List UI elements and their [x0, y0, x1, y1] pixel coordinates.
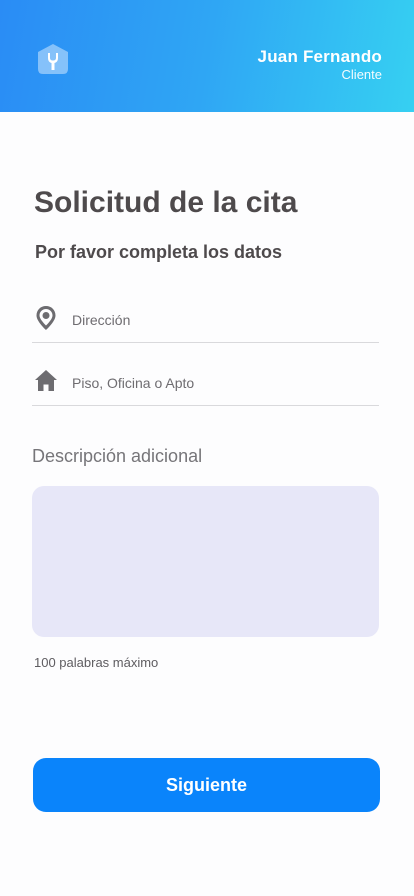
address-input[interactable] [72, 308, 372, 332]
floor-field [32, 366, 379, 406]
app-header: Juan Fernando Cliente [0, 0, 414, 112]
wrench-house-icon[interactable] [36, 43, 70, 75]
next-button[interactable]: Siguiente [33, 758, 380, 812]
description-label: Descripción adicional [32, 446, 203, 466]
description-textarea[interactable] [32, 486, 379, 637]
home-icon [35, 370, 57, 391]
user-name: Juan Fernando [257, 47, 382, 66]
page-title: Solicitud de la cita [34, 186, 298, 219]
floor-input[interactable] [72, 371, 372, 395]
user-role: Cliente [341, 67, 382, 82]
page-subtitle: Por favor completa los datos [35, 242, 283, 262]
location-pin-icon [36, 306, 56, 330]
description-hint: 100 palabras máximo [34, 655, 159, 670]
address-field [32, 303, 379, 343]
